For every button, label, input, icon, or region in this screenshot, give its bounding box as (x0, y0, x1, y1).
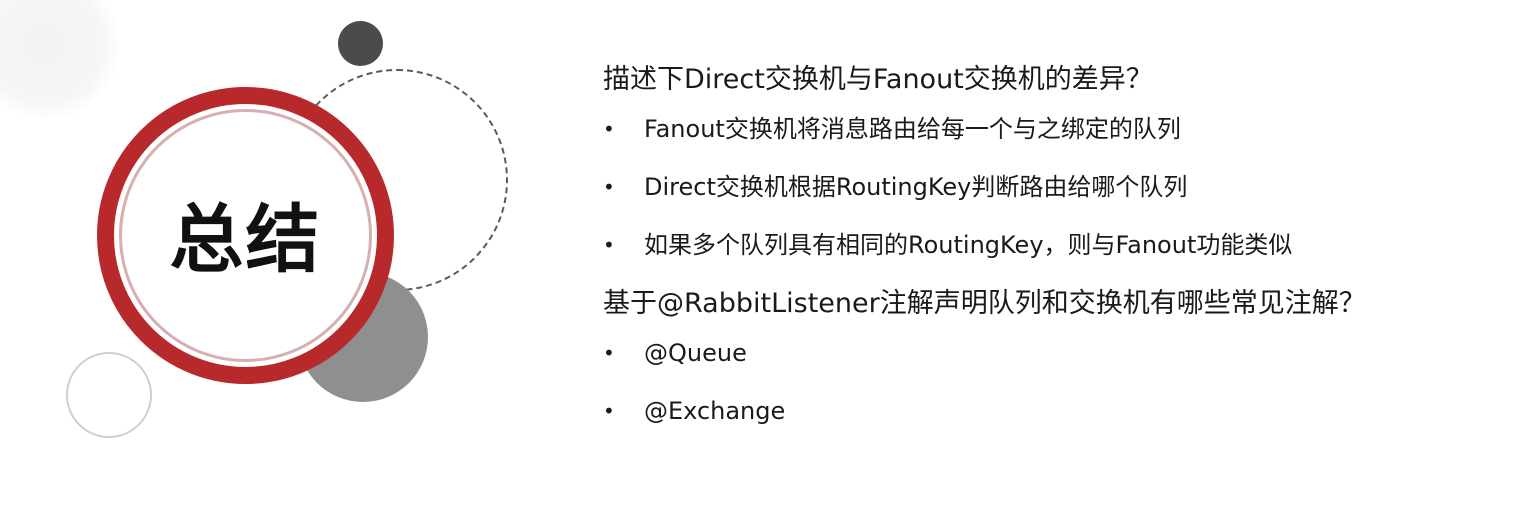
question-2: 基于@RabbitListener注解声明队列和交换机有哪些常见注解？ (603, 288, 1366, 319)
list-item-text: Fanout交换机将消息路由给每一个与之绑定的队列 (644, 115, 1181, 143)
list-item-text: @Queue (644, 339, 747, 367)
question-1: 描述下Direct交换机与Fanout交换机的差异？ (603, 64, 1153, 95)
list-item: • @Queue (603, 336, 1503, 370)
answer-list-1: • Fanout交换机将消息路由给每一个与之绑定的队列 • Direct交换机根… (603, 112, 1503, 262)
bullet-dot: • (603, 341, 615, 365)
decorative-faded-circle (0, 0, 120, 120)
list-item: • 如果多个队列具有相同的RoutingKey，则与Fanout功能类似 (603, 228, 1503, 262)
bullet-dot: • (603, 175, 615, 199)
summary-content: 描述下Direct交换机与Fanout交换机的差异？ • Fanout交换机将消… (603, 62, 1503, 428)
bullet-dot: • (603, 233, 615, 257)
summary-title: 总结 (169, 197, 322, 283)
list-item-text: Direct交换机根据RoutingKey判断路由给哪个队列 (644, 173, 1188, 201)
answer-list-2: • @Queue • @Exchange (603, 336, 1503, 428)
list-item: • Fanout交换机将消息路由给每一个与之绑定的队列 (603, 112, 1503, 146)
list-item: • Direct交换机根据RoutingKey判断路由给哪个队列 (603, 170, 1503, 204)
bullet-dot: • (603, 399, 615, 423)
decorative-small-ring (66, 352, 152, 438)
list-item: • @Exchange (603, 394, 1503, 428)
bullet-dot: • (603, 117, 615, 141)
list-item-text: @Exchange (644, 397, 786, 425)
decorative-dark-dot (338, 21, 383, 66)
list-item-text: 如果多个队列具有相同的RoutingKey，则与Fanout功能类似 (644, 231, 1293, 259)
summary-ring: 总结 (97, 87, 394, 384)
